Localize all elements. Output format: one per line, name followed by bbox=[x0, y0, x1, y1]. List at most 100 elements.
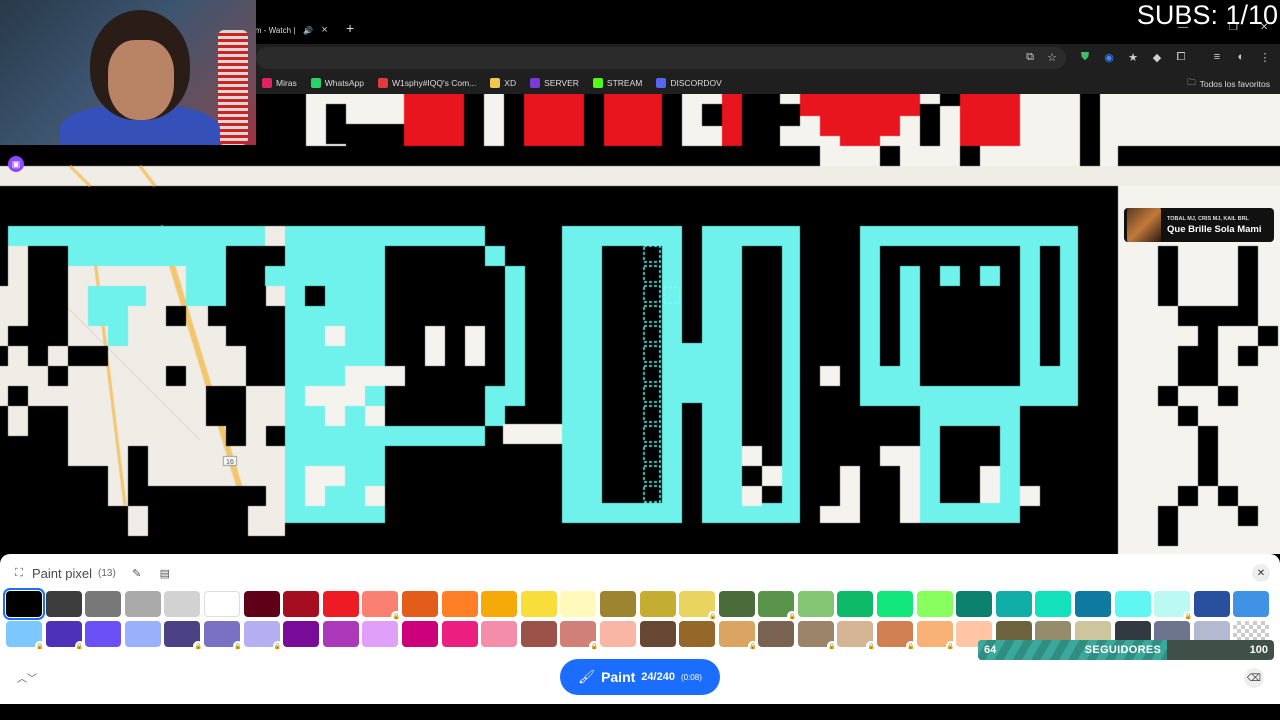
color-swatch[interactable] bbox=[679, 621, 716, 647]
color-swatch[interactable] bbox=[1035, 591, 1072, 617]
media-control-icon[interactable]: ≡ bbox=[1210, 50, 1224, 64]
color-swatch[interactable] bbox=[481, 621, 518, 647]
bookmark-label: Miras bbox=[276, 78, 297, 88]
followers-goal-bar: 64 SEGUIDORES 100 bbox=[978, 640, 1274, 660]
color-swatch[interactable] bbox=[1193, 591, 1230, 617]
color-swatch[interactable] bbox=[3, 588, 45, 620]
color-swatch[interactable]: 🔒 bbox=[797, 621, 837, 651]
bookmark-w1sphy-iqq-s-com[interactable]: W1sphy#IQQ's Com... bbox=[378, 78, 476, 88]
color-swatch[interactable]: 🔒 bbox=[243, 621, 283, 651]
install-app-icon[interactable]: ⧉ bbox=[1023, 50, 1037, 64]
color-swatch[interactable] bbox=[362, 621, 399, 647]
bookmark-star-icon[interactable]: ☆ bbox=[1045, 50, 1059, 64]
color-swatch[interactable] bbox=[124, 621, 161, 647]
new-tab-button[interactable]: + bbox=[346, 20, 354, 36]
bookmark-label: WhatsApp bbox=[324, 78, 364, 88]
tab-close-icon[interactable]: × bbox=[321, 24, 327, 36]
bookmark-server[interactable]: SERVER bbox=[530, 78, 579, 88]
color-swatch[interactable]: 🔒 bbox=[718, 621, 758, 651]
bookmark-whatsapp[interactable]: WhatsApp bbox=[310, 78, 364, 88]
address-bar[interactable] bbox=[256, 47, 1066, 69]
collapse-chevron-icon[interactable]: ︿﹀ bbox=[17, 668, 37, 686]
color-swatch[interactable] bbox=[441, 621, 478, 647]
pencil-icon[interactable]: ✎ bbox=[130, 567, 144, 581]
speaker-icon: 🔊 bbox=[303, 25, 314, 35]
color-swatch[interactable]: 🔒 bbox=[877, 621, 917, 651]
color-swatch[interactable]: 🔒 bbox=[6, 621, 45, 651]
color-swatch[interactable] bbox=[283, 621, 320, 647]
color-swatch[interactable] bbox=[441, 591, 478, 617]
browser-tab[interactable]: eam - Watch | 🔊 × bbox=[246, 18, 328, 42]
bookmark-discordov[interactable]: DISCORDOV bbox=[656, 78, 722, 88]
puzzle-icon[interactable]: ⧠ bbox=[1174, 50, 1188, 64]
lock-icon: 🔒 bbox=[747, 641, 758, 651]
color-swatch[interactable] bbox=[520, 621, 557, 647]
color-swatch[interactable] bbox=[401, 621, 438, 647]
star-extension-icon[interactable]: ★ bbox=[1126, 50, 1140, 64]
color-swatch[interactable] bbox=[639, 591, 676, 617]
color-swatch[interactable] bbox=[85, 621, 122, 647]
color-swatch[interactable]: 🔒 bbox=[1154, 591, 1194, 621]
bookmark-stream[interactable]: STREAM bbox=[592, 78, 642, 88]
color-swatch[interactable] bbox=[45, 591, 82, 617]
pixel-canvas[interactable] bbox=[0, 94, 1280, 554]
profile-avatar-icon[interactable]: ◐ bbox=[1234, 50, 1248, 64]
shield-extension-icon[interactable]: ⛊ bbox=[1078, 50, 1092, 64]
bookmark-xd[interactable]: XD bbox=[490, 78, 516, 88]
color-swatch[interactable] bbox=[85, 591, 122, 617]
paint-cooldown: (0:08) bbox=[680, 672, 702, 682]
color-swatch[interactable] bbox=[1233, 591, 1270, 617]
color-swatch[interactable]: 🔒 bbox=[203, 621, 243, 651]
bookmark-label: XD bbox=[504, 78, 517, 88]
diamond-extension-icon[interactable]: ◆ bbox=[1150, 50, 1164, 64]
bookmark-miras[interactable]: Miras bbox=[262, 78, 297, 88]
color-swatch[interactable]: 🔒 bbox=[758, 591, 798, 621]
color-swatch[interactable] bbox=[520, 591, 557, 617]
color-swatch[interactable]: 🔒 bbox=[916, 621, 956, 651]
color-swatch[interactable]: 🔒 bbox=[560, 621, 600, 651]
song-artist: TOBAL MJ, CRIS MJ, KAIL BRL bbox=[1167, 215, 1249, 222]
color-swatch[interactable]: 🔒 bbox=[45, 621, 85, 651]
lock-icon: 🔒 bbox=[826, 641, 837, 651]
expand-icon[interactable]: ⛶ bbox=[12, 567, 26, 581]
emoji-icon bbox=[490, 78, 501, 88]
color-swatch[interactable] bbox=[124, 591, 161, 617]
color-swatch[interactable] bbox=[995, 591, 1032, 617]
color-swatch[interactable] bbox=[599, 591, 636, 617]
color-swatch[interactable] bbox=[322, 621, 359, 647]
color-swatch[interactable] bbox=[837, 591, 874, 617]
color-swatch[interactable] bbox=[481, 591, 518, 617]
menu-kebab-icon[interactable]: ⋮ bbox=[1258, 50, 1272, 64]
color-swatch[interactable] bbox=[599, 621, 636, 647]
color-swatch[interactable] bbox=[1075, 591, 1112, 617]
x-icon bbox=[262, 78, 272, 88]
save-icon[interactable]: ▤ bbox=[158, 567, 172, 581]
color-swatch[interactable] bbox=[1114, 591, 1151, 617]
color-swatch[interactable] bbox=[758, 621, 795, 647]
color-swatch[interactable] bbox=[164, 591, 201, 617]
eraser-icon[interactable]: ⌫ bbox=[1244, 668, 1264, 688]
color-swatch[interactable] bbox=[916, 591, 953, 617]
color-swatch[interactable]: 🔒 bbox=[679, 591, 719, 621]
microphone bbox=[218, 30, 248, 145]
kick-icon bbox=[592, 78, 603, 88]
color-swatch[interactable] bbox=[322, 591, 359, 617]
color-swatch[interactable] bbox=[639, 621, 676, 647]
color-swatch[interactable] bbox=[401, 591, 438, 617]
all-bookmarks-button[interactable]: 🗀 Todos los favoritos bbox=[1187, 77, 1270, 91]
now-playing-widget: TOBAL MJ, CRIS MJ, KAIL BRL Que Brille S… bbox=[1124, 208, 1274, 242]
color-swatch[interactable]: 🔒 bbox=[837, 621, 877, 651]
color-swatch[interactable] bbox=[797, 591, 834, 617]
color-swatch[interactable] bbox=[203, 591, 240, 617]
color-swatch[interactable]: 🔒 bbox=[362, 591, 402, 621]
color-swatch[interactable] bbox=[560, 591, 597, 617]
color-swatch[interactable] bbox=[718, 591, 755, 617]
close-panel-button[interactable]: ✕ bbox=[1252, 564, 1270, 582]
color-swatch[interactable] bbox=[283, 591, 320, 617]
paint-button[interactable]: 🖌 Paint 24/240 (0:08) bbox=[560, 659, 720, 695]
color-swatch[interactable] bbox=[243, 591, 280, 617]
color-swatch[interactable] bbox=[877, 591, 914, 617]
color-swatch[interactable]: 🔒 bbox=[164, 621, 204, 651]
color-swatch[interactable] bbox=[956, 591, 993, 617]
extension-icon[interactable]: ◉ bbox=[1102, 50, 1116, 64]
